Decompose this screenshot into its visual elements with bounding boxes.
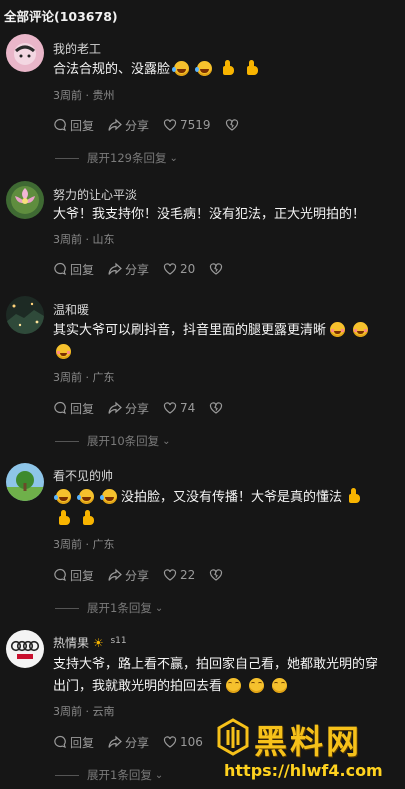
laughing-tears-emoji-icon [77,489,94,504]
like-button[interactable]: 7519 [163,118,211,132]
divider [55,774,79,776]
grinning-face-emoji-icon [249,678,265,693]
avatar[interactable] [6,181,44,219]
divider [55,157,79,159]
heart-icon [163,119,177,131]
site-watermark: 黑料网 https://hlwf4.com [212,715,405,789]
avatar[interactable] [6,463,44,501]
comment-meta: 3周前 · 云南 [53,705,115,718]
share-button[interactable]: 分享 [108,261,149,278]
comment-bubble-icon [54,735,66,748]
laughing-tears-emoji-icon [195,61,213,76]
thumbs-up-emoji-icon [244,60,260,76]
laughing-tears-emoji-icon [54,489,71,504]
like-button[interactable]: 22 [163,568,195,582]
username[interactable]: 我的老工 [53,40,101,57]
laughing-tears-emoji-icon [100,489,117,504]
chevron-down-icon: ⌄ [162,435,171,447]
heart-icon [163,263,177,275]
dislike-button[interactable] [209,262,226,276]
grinning-face-emoji-icon [272,678,288,693]
share-arrow-icon [108,118,122,131]
share-button[interactable]: 分享 [108,400,149,417]
comment-meta: 3周前 · 广东 [53,371,115,384]
comment-meta: 3周前 · 贵州 [53,89,115,102]
share-arrow-icon [108,568,122,581]
share-button[interactable]: 分享 [108,734,149,751]
comment-bubble-icon [54,118,66,131]
reply-button[interactable]: 回复 [53,734,94,751]
like-button[interactable]: 74 [163,401,195,415]
comment-text: 合法合规的、没露脸 [53,59,393,81]
avatar[interactable] [6,630,44,668]
comment-actions: 回复 分享 7519 [53,116,256,134]
comment-bubble-icon [54,568,66,581]
comment-actions: 回复 分享 106 [53,733,217,751]
reply-button[interactable]: 回复 [53,117,94,134]
comment-text: 其实大爷可以刷抖音，抖音里面的腿更露更清晰 [53,320,393,364]
heart-icon [163,569,177,581]
username[interactable]: 热情果 ☀ s11 [53,634,127,651]
heart-icon [163,736,177,748]
watermark-url: https://hlwf4.com [224,761,383,780]
comment-actions: 回复 分享 20 [53,260,240,278]
thumbs-up-emoji-icon [56,510,72,526]
thumbs-up-emoji-icon [80,510,96,526]
comment-bubble-icon [54,401,66,414]
avatar[interactable] [6,296,44,334]
username[interactable]: 看不见的帅 [53,467,113,484]
shy-face-emoji-icon [330,322,346,337]
grinning-face-emoji-icon [226,678,242,693]
share-arrow-icon [108,735,122,748]
comment-actions: 回复 分享 22 [53,566,240,584]
like-button[interactable]: 106 [163,735,203,749]
comment-meta: 3周前 · 广东 [53,538,115,551]
expand-replies-button[interactable]: 展开1条回复 ⌄ [55,600,163,616]
divider [55,607,79,609]
comment-text: 支持大爷，路上看不赢，拍回家自己看，她都敢光明的穿 出门，我就敢光明的拍回去看 [53,657,379,694]
share-arrow-icon [108,401,122,414]
level-badge: s11 [110,636,127,646]
divider [55,440,79,442]
comment-text: 大爷！我支持你！没毛病！没有犯法，正大光明拍的！ [53,207,366,222]
broken-heart-icon [210,569,223,581]
dislike-button[interactable] [209,568,226,582]
share-button[interactable]: 分享 [108,567,149,584]
comments-header: 全部评论(103678) [4,9,118,24]
share-arrow-icon [108,262,122,275]
chevron-down-icon: ⌄ [169,152,178,164]
laughing-tears-emoji-icon [172,61,190,76]
watermark-title: 黑料网 [254,722,362,761]
avatar[interactable] [6,34,44,72]
comment-actions: 回复 分享 74 [53,399,240,417]
expand-replies-button[interactable]: 展开1条回复 ⌄ [55,767,163,783]
expand-replies-button[interactable]: 展开10条回复 ⌄ [55,433,171,449]
watermark-logo-icon [217,718,249,756]
like-button[interactable]: 20 [163,262,195,276]
reply-button[interactable]: 回复 [53,400,94,417]
username[interactable]: 温和暖 [53,301,89,318]
comment-meta: 3周前 · 山东 [53,233,115,246]
comment-bubble-icon [54,262,66,275]
shy-face-emoji-icon [353,322,369,337]
thumbs-up-emoji-icon [220,60,236,76]
shy-face-emoji-icon [56,344,71,359]
comment-text: 没拍脸，又没有传播！大爷是真的懂法 [53,487,393,531]
sun-icon: ☀ [92,636,104,650]
share-button[interactable]: 分享 [108,117,149,134]
reply-button[interactable]: 回复 [53,567,94,584]
dislike-button[interactable] [209,401,226,415]
chevron-down-icon: ⌄ [154,602,164,614]
heart-icon [163,402,177,414]
broken-heart-icon [225,119,238,131]
broken-heart-icon [210,263,223,275]
thumbs-up-emoji-icon [346,488,362,504]
broken-heart-icon [210,402,223,414]
expand-replies-button[interactable]: 展开129条回复 ⌄ [55,150,178,166]
dislike-button[interactable] [225,118,242,132]
chevron-down-icon: ⌄ [154,769,164,781]
reply-button[interactable]: 回复 [53,261,94,278]
username[interactable]: 努力的让心平淡 [53,186,137,203]
